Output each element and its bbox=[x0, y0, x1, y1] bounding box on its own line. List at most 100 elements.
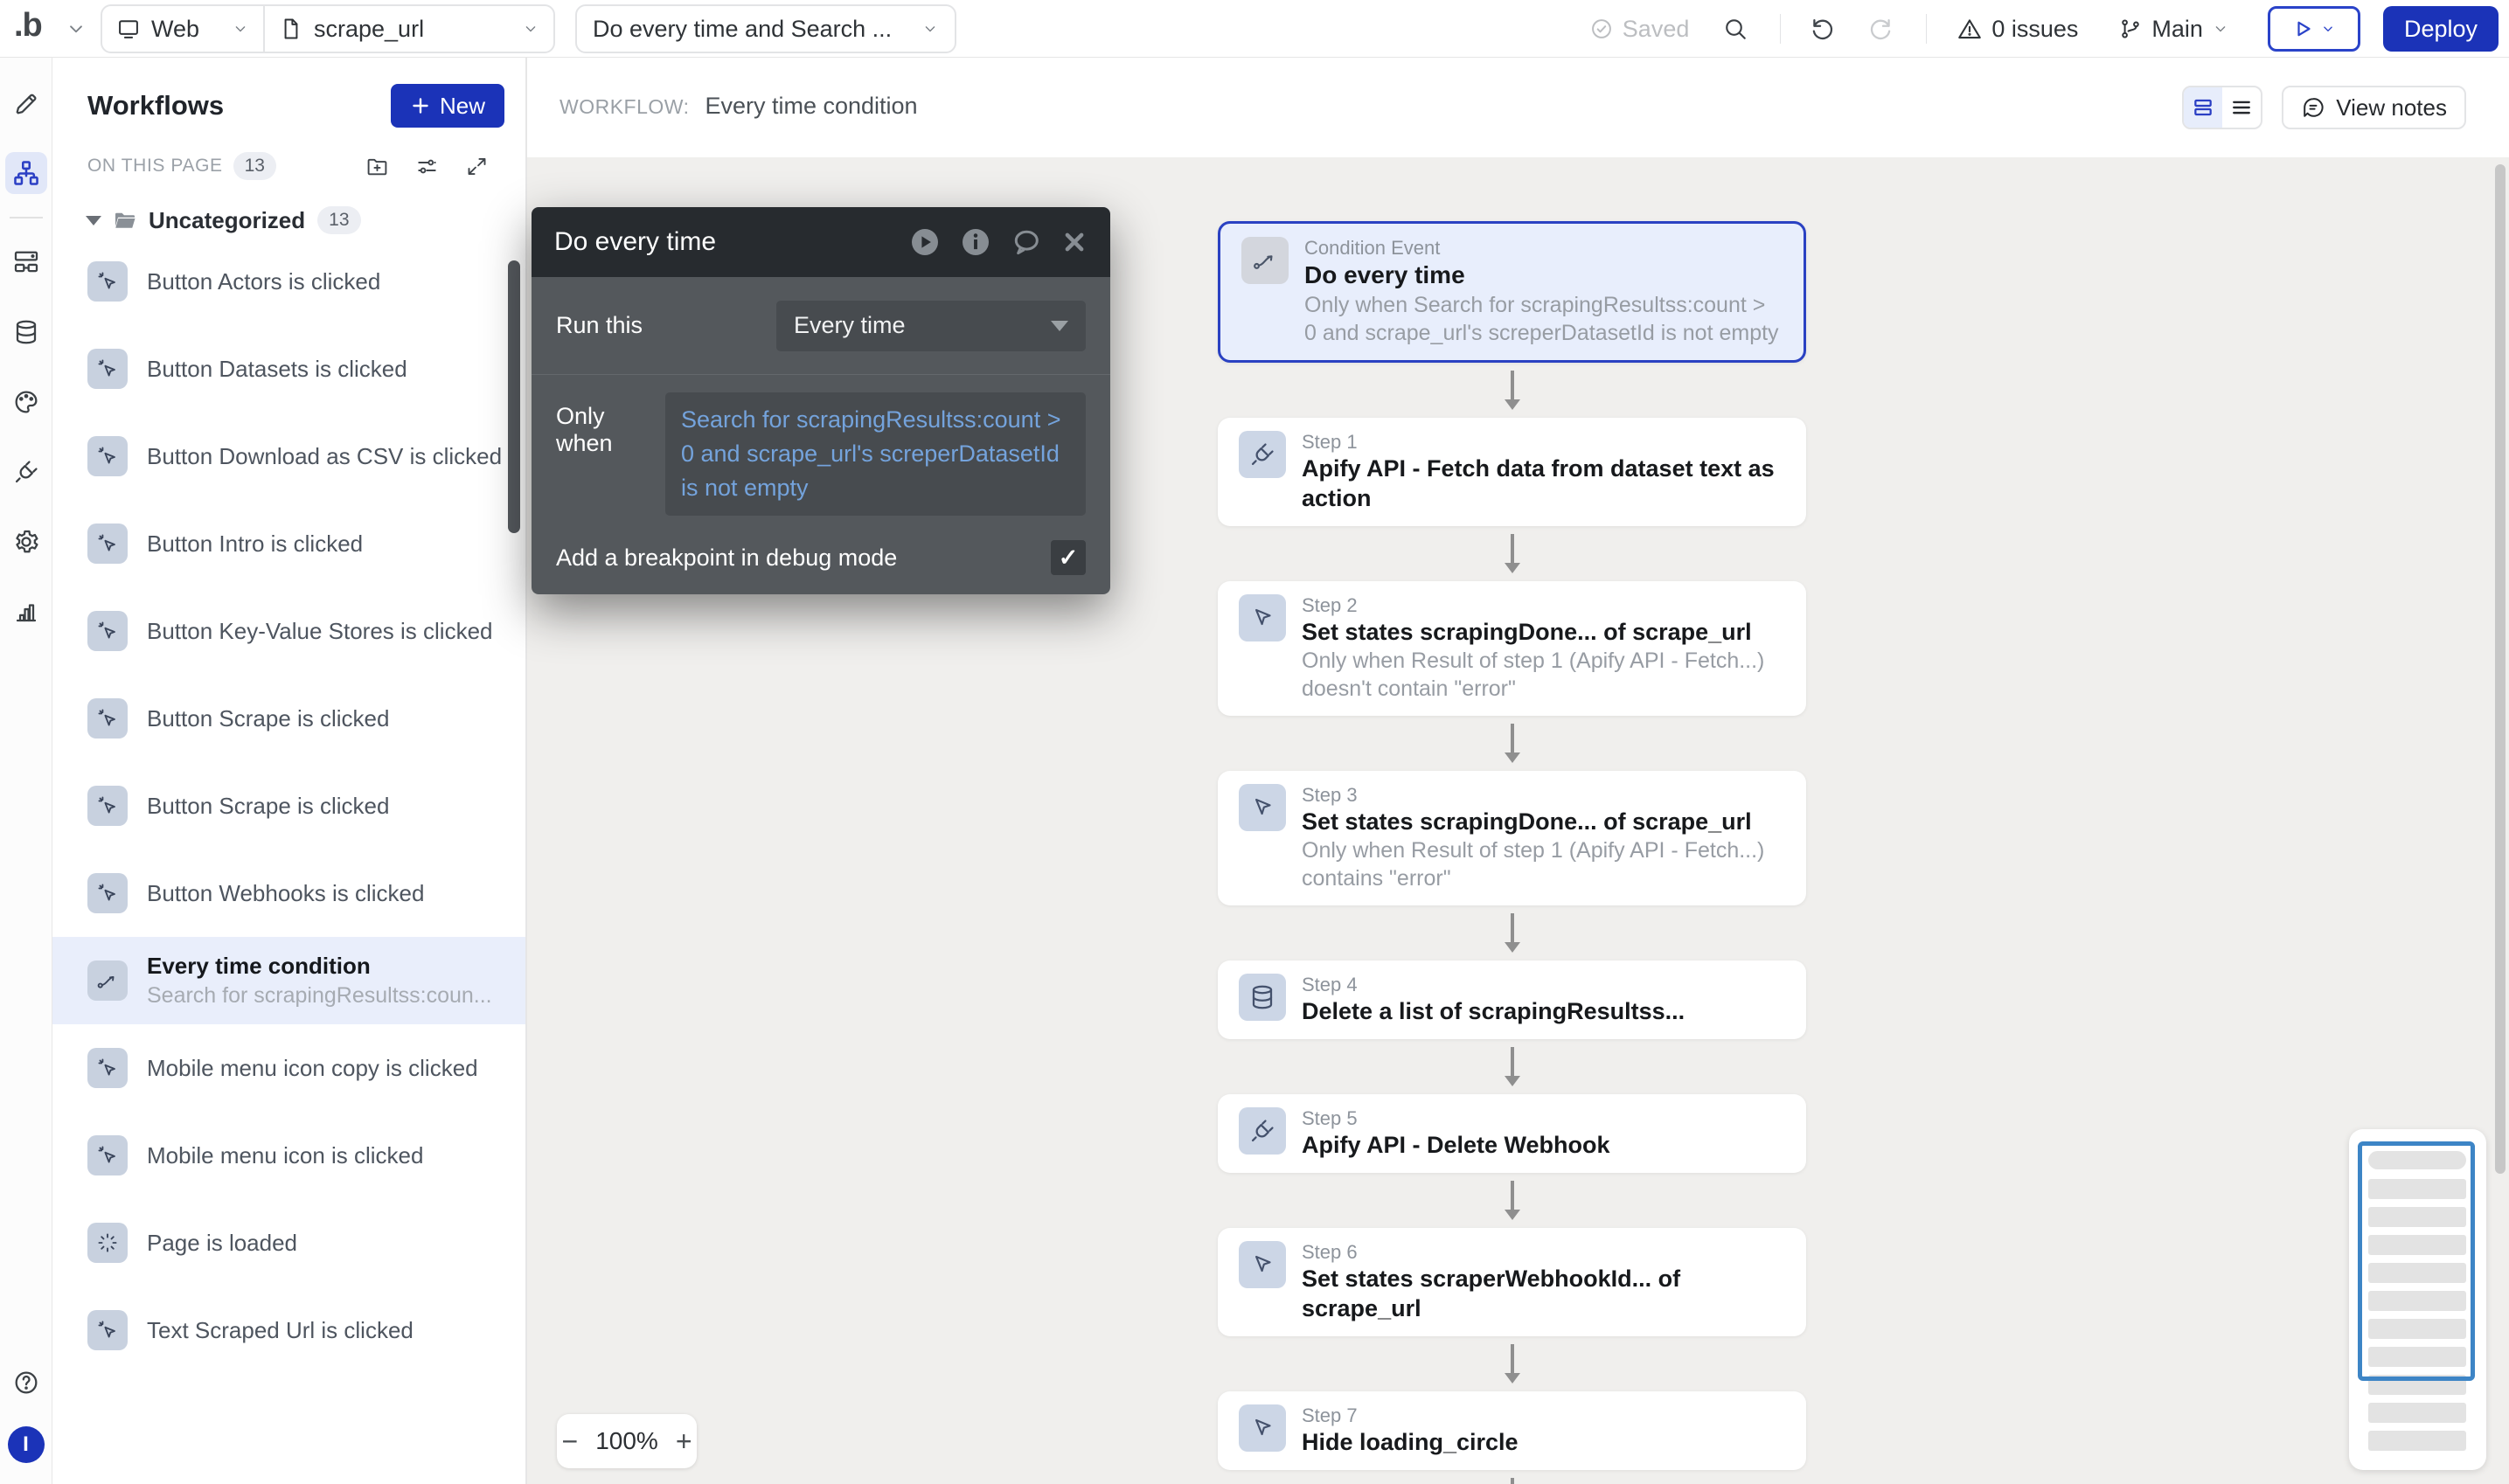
step-title: Set states scraperWebhookId... of scrape… bbox=[1302, 1264, 1785, 1323]
cards-view-button[interactable] bbox=[2184, 87, 2222, 128]
palette-icon bbox=[12, 388, 40, 416]
top-bar-actions: Saved 0 issues Main Deploy bbox=[1589, 0, 2499, 58]
caret-down-icon bbox=[1051, 321, 1068, 331]
avatar[interactable]: I bbox=[8, 1426, 45, 1463]
workflow-list-item[interactable]: Button Key-Value Stores is clicked bbox=[52, 587, 525, 675]
plugins-tab[interactable] bbox=[5, 451, 47, 493]
workflow-item-label: Button Intro is clicked bbox=[147, 530, 363, 558]
caret-down-icon bbox=[86, 216, 101, 225]
info-icon[interactable] bbox=[960, 226, 991, 258]
data-tab[interactable] bbox=[5, 311, 47, 353]
flow-arrow bbox=[1505, 1181, 1520, 1220]
step-card[interactable]: Step 1Apify API - Fetch data from datase… bbox=[1218, 418, 1806, 526]
workflow-list-item[interactable]: Button Datasets is clicked bbox=[52, 325, 525, 413]
comment-icon[interactable] bbox=[1011, 226, 1042, 258]
workflow-tab[interactable] bbox=[5, 152, 47, 194]
list-view-button[interactable] bbox=[2222, 87, 2261, 128]
left-icon-rail: I bbox=[0, 58, 52, 1484]
workflow-list-item[interactable]: Every time conditionSearch for scrapingR… bbox=[52, 937, 525, 1024]
canvas-scrollbar[interactable] bbox=[2495, 164, 2506, 1174]
breakpoint-checkbox[interactable]: ✓ bbox=[1051, 540, 1086, 575]
workflow-list-item[interactable]: Button Scrape is clicked bbox=[52, 762, 525, 849]
minimap-viewport[interactable] bbox=[2358, 1141, 2475, 1381]
chevron-down-icon bbox=[522, 20, 539, 38]
logs-tab[interactable] bbox=[5, 591, 47, 633]
close-icon[interactable] bbox=[1061, 229, 1088, 255]
workflow-item-label: Button Download as CSV is clicked bbox=[147, 443, 502, 470]
workflow-list-item[interactable]: Mobile menu icon is clicked bbox=[52, 1112, 525, 1199]
undo-icon[interactable] bbox=[1809, 15, 1837, 43]
zoom-level: 100% bbox=[595, 1427, 658, 1455]
workflow-list: Button Actors is clickedButton Datasets … bbox=[52, 238, 525, 1374]
workflow-item-label: Button Scrape is clicked bbox=[147, 793, 389, 820]
zoom-in-button[interactable]: + bbox=[676, 1427, 692, 1455]
workflow-list-item[interactable]: Button Intro is clicked bbox=[52, 500, 525, 587]
view-notes-button[interactable]: View notes bbox=[2282, 86, 2466, 129]
condition-event-icon bbox=[1241, 237, 1289, 284]
flow-arrow bbox=[1505, 1047, 1520, 1086]
workflow-list-item[interactable]: Mobile menu icon copy is clicked bbox=[52, 1024, 525, 1112]
event-kind: Condition Event bbox=[1304, 237, 1783, 260]
divider bbox=[10, 217, 43, 218]
run-this-select[interactable]: Every time bbox=[776, 301, 1086, 351]
search-icon[interactable] bbox=[1722, 16, 1748, 42]
mode-dropdown[interactable]: Web bbox=[102, 6, 263, 52]
workflow-list-item[interactable]: Button Download as CSV is clicked bbox=[52, 413, 525, 500]
minimap[interactable] bbox=[2349, 1129, 2486, 1470]
count-badge: 13 bbox=[317, 206, 360, 234]
branch-selector[interactable]: Main bbox=[2118, 16, 2229, 43]
new-workflow-button[interactable]: New bbox=[391, 84, 504, 128]
run-play-icon[interactable] bbox=[909, 226, 941, 258]
workflow-list-item[interactable]: Button Webhooks is clicked bbox=[52, 849, 525, 937]
issues-indicator[interactable]: 0 issues bbox=[1956, 16, 2078, 43]
chevron-down-icon[interactable] bbox=[65, 17, 87, 40]
help-button[interactable] bbox=[5, 1362, 47, 1404]
bubble-logo: .b bbox=[14, 7, 42, 45]
element-action-icon bbox=[1239, 1404, 1286, 1452]
preview-button[interactable] bbox=[2268, 6, 2360, 52]
dialog-header[interactable]: Do every time bbox=[532, 207, 1110, 277]
click-event-icon bbox=[87, 1048, 128, 1088]
filter-sliders-icon[interactable] bbox=[415, 155, 439, 178]
step-card[interactable]: Step 7Hide loading_circle bbox=[1218, 1391, 1806, 1470]
workflow-list-item[interactable]: Text Scraped Url is clicked bbox=[52, 1286, 525, 1374]
condition-event-card[interactable]: Condition Event Do every time Only when … bbox=[1218, 221, 1806, 363]
reusables-tab[interactable] bbox=[5, 241, 47, 283]
step-card[interactable]: Step 5Apify API - Delete Webhook bbox=[1218, 1094, 1806, 1173]
step-title: Hide loading_circle bbox=[1302, 1427, 1519, 1457]
settings-tab[interactable] bbox=[5, 521, 47, 563]
design-tab[interactable] bbox=[5, 82, 47, 124]
step-card[interactable]: Step 6Set states scraperWebhookId... of … bbox=[1218, 1228, 1806, 1336]
run-this-value: Every time bbox=[794, 312, 906, 339]
git-branch-icon bbox=[2118, 17, 2143, 41]
page-label: scrape_url bbox=[314, 16, 424, 43]
styles-tab[interactable] bbox=[5, 381, 47, 423]
click-event-icon bbox=[87, 1310, 128, 1350]
panel-scrollbar[interactable] bbox=[508, 260, 520, 533]
step-card[interactable]: Step 2Set states scrapingDone... of scra… bbox=[1218, 581, 1806, 716]
only-when-expression-box[interactable]: Search for scrapingResultss:count > 0 an… bbox=[665, 392, 1086, 516]
saved-status: Saved bbox=[1589, 16, 1690, 43]
deploy-button[interactable]: Deploy bbox=[2383, 6, 2499, 52]
divider bbox=[1926, 14, 1927, 44]
workflow-label: WORKFLOW: bbox=[559, 95, 689, 119]
workflow-dropdown[interactable]: Do every time and Search ... bbox=[575, 4, 956, 53]
step-label: Step 7 bbox=[1302, 1404, 1519, 1427]
workflow-list-item[interactable]: Button Actors is clicked bbox=[52, 238, 525, 325]
click-event-icon bbox=[87, 1135, 128, 1175]
page-dropdown[interactable]: scrape_url bbox=[265, 6, 553, 52]
dialog-header-icons bbox=[909, 226, 1088, 258]
step-card[interactable]: Step 3Set states scrapingDone... of scra… bbox=[1218, 771, 1806, 905]
event-title: Do every time bbox=[1304, 260, 1783, 291]
new-folder-icon[interactable] bbox=[365, 155, 389, 178]
workflow-list-item[interactable]: Page is loaded bbox=[52, 1199, 525, 1286]
step-card[interactable]: Step 4Delete a list of scrapingResultss.… bbox=[1218, 960, 1806, 1039]
redo-icon[interactable] bbox=[1866, 15, 1894, 43]
zoom-out-button[interactable]: − bbox=[562, 1427, 579, 1455]
help-circle-icon bbox=[12, 1369, 40, 1397]
step-label: Step 5 bbox=[1302, 1107, 1610, 1130]
view-toggle bbox=[2182, 86, 2262, 129]
workflow-list-item[interactable]: Button Scrape is clicked bbox=[52, 675, 525, 762]
plugin-icon bbox=[12, 458, 40, 486]
expand-icon[interactable] bbox=[465, 155, 489, 178]
